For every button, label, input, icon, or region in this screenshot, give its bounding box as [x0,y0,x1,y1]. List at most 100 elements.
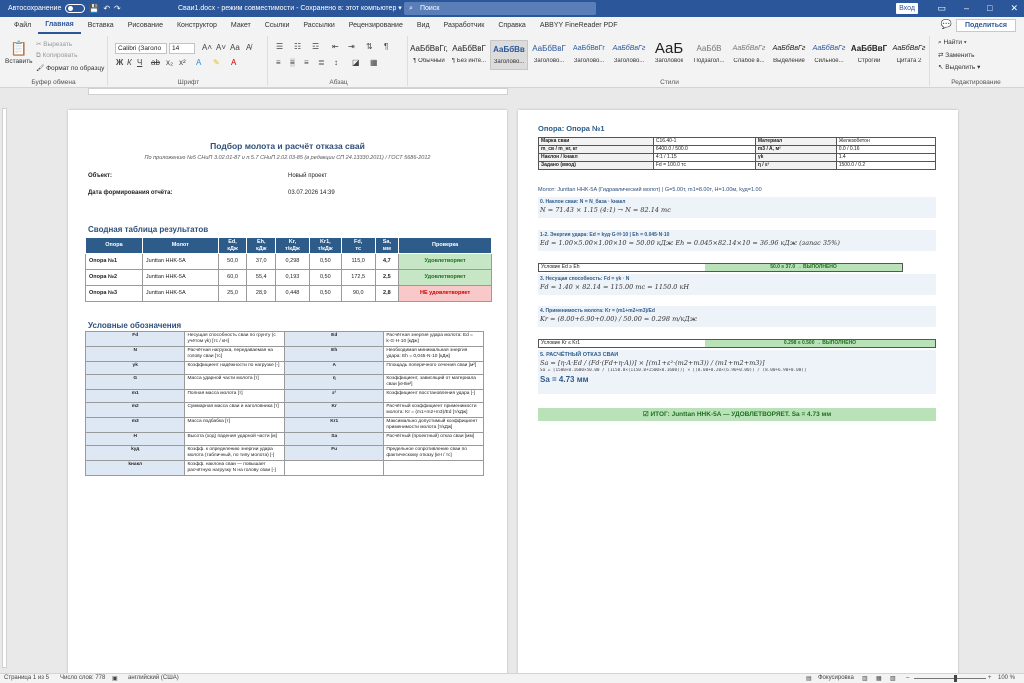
grow-font-icon[interactable]: A˄ [202,43,212,52]
search-box[interactable]: ⌕ Поиск [404,2,596,15]
shrink-font-icon[interactable]: A˅ [216,43,226,52]
sort-icon[interactable]: ⇅ [366,42,373,51]
style-no-spacing[interactable]: АаБбВвГ ¶ Без инте... [450,40,488,70]
style-subtitle[interactable]: АаБбВ Подзагол... [690,40,728,70]
strikethrough-icon[interactable]: ab [151,58,160,67]
text-effects-icon[interactable]: A [196,58,201,67]
tab-draw[interactable]: Рисование [121,17,170,34]
align-left-icon[interactable]: ≡ [276,58,281,67]
tab-insert[interactable]: Вставка [81,17,121,34]
tab-design[interactable]: Конструктор [170,17,224,34]
style-strong[interactable]: АаБбВвГ Строгий [850,40,888,70]
tab-references[interactable]: Ссылки [258,17,297,34]
style-heading-3[interactable]: АаБбВвГг Заголово... [570,40,608,70]
style-quote-2[interactable]: АаБбВвГг Цитата 2 [890,40,928,70]
font-color-icon[interactable]: A [231,58,236,67]
col-header: Проверка [398,236,492,255]
param-key: η / ε² [754,161,837,170]
align-center-icon[interactable]: ≡ [290,58,295,67]
document-title[interactable]: Сваи1.docx - режим совместимости - Сохра… [178,4,402,12]
share-button[interactable]: Поделиться [955,19,1016,32]
zoom-slider-thumb[interactable] [954,675,957,682]
paste-icon[interactable]: 📋 [10,40,27,57]
legend-desc: Максимально допустимый коэффициент приме… [383,416,484,433]
bold-icon[interactable]: Ж [116,58,123,67]
vertical-ruler[interactable] [0,96,8,673]
find-button[interactable]: ⌕ Найти ▾ [938,39,967,47]
underline-icon[interactable]: Ч [137,58,142,67]
style-heading-1[interactable]: АаБбВв Заголово... [490,40,528,70]
tab-file[interactable]: Файл [7,17,38,34]
comment-icon[interactable]: 💬 [941,19,952,30]
italic-icon[interactable]: К [127,58,132,67]
style-normal[interactable]: АаБбВвГг, ¶ Обычный [410,40,448,70]
autosave-toggle[interactable] [65,4,86,13]
style-emphasis[interactable]: АаБбВвГг Выделение [770,40,808,70]
zoom-level[interactable]: 100 % [998,675,1015,681]
page-count[interactable]: Страница 1 из 5 [4,675,49,681]
redo-icon[interactable]: ↷ [114,4,121,13]
focus-mode[interactable]: Фокусировка [818,675,854,681]
borders-icon[interactable]: ▦ [370,58,378,67]
tab-review[interactable]: Рецензирование [342,17,410,34]
tab-view[interactable]: Вид [410,17,437,34]
save-icon[interactable]: 💾 [89,4,99,13]
align-right-icon[interactable]: ≡ [304,58,309,67]
change-case-icon[interactable]: Aa [230,43,240,52]
format-painter-button[interactable]: 🖌 Формат по образцу [36,64,104,72]
tab-help[interactable]: Справка [491,17,532,34]
style-heading-4[interactable]: АаБбВвГг Заголово... [610,40,648,70]
shading-icon[interactable]: ◪ [352,58,360,67]
ribbon-display-icon[interactable]: ▭ [937,0,946,17]
page-2[interactable]: Опора: Опора №1 Марка сваи С16.40-1 Матери… [518,110,958,682]
superscript-icon[interactable]: x² [179,58,186,67]
font-size-select[interactable]: 14 [169,43,195,54]
tab-abbyy[interactable]: ABBYY FineReader PDF [533,17,625,34]
signin-button[interactable]: Вход [896,3,918,14]
justify-icon[interactable]: ≣ [318,58,325,67]
language[interactable]: английский (США) [128,675,179,681]
tab-layout[interactable]: Макет [224,17,258,34]
word-count[interactable]: Число слов: 778 [60,675,105,681]
param-key: Материал [754,137,837,146]
tab-developer[interactable]: Разработчик [437,17,492,34]
numbering-icon[interactable]: ☷ [294,42,301,51]
print-layout-icon[interactable]: ▦ [876,675,882,682]
report-subtitle: По приложению №5 СНиП 3.02.01-87 и п.5.7… [144,155,431,161]
horizontal-ruler[interactable] [0,88,1024,96]
copy-button[interactable]: ⧉ Копировать [36,52,77,60]
multilevel-list-icon[interactable]: ☲ [312,42,319,51]
increase-indent-icon[interactable]: ⇥ [348,42,355,51]
bullets-icon[interactable]: ☰ [276,42,283,51]
clear-format-icon[interactable]: A̸ [246,43,251,52]
replace-button[interactable]: ⇄ Заменить [938,51,974,59]
page-1[interactable]: Подбор молота и расчёт отказа свай По пр… [68,110,507,682]
style-intense-emphasis[interactable]: АаБбВвГг Сильное... [810,40,848,70]
style-subtle-emphasis[interactable]: АаБбВвГг Слабое в... [730,40,768,70]
maximize-icon[interactable]: □ [987,0,992,17]
zoom-slider[interactable] [914,678,986,679]
focus-icon[interactable]: ▤ [806,675,812,682]
decrease-indent-icon[interactable]: ⇤ [332,42,339,51]
paste-button[interactable]: Вставить [5,58,33,65]
zoom-out-icon[interactable]: – [906,675,909,681]
line-spacing-icon[interactable]: ↕ [334,58,338,67]
undo-icon[interactable]: ↶ [103,4,110,13]
tab-home[interactable]: Главная [38,17,81,34]
param-value: 1.4 [835,153,937,162]
highlight-icon[interactable]: ✎ [213,58,220,67]
font-name-select[interactable]: Calibri (Заголо [115,43,167,54]
tab-mailings[interactable]: Рассылки [296,17,341,34]
pilcrow-icon[interactable]: ¶ [384,42,388,51]
cut-button[interactable]: ✂ Вырезать [36,40,72,48]
subscript-icon[interactable]: x₂ [166,58,173,67]
close-icon[interactable]: ✕ [1010,0,1018,17]
select-button[interactable]: ↖ Выделить ▾ [938,63,980,71]
style-heading-2[interactable]: АаБбВвГ Заголово... [530,40,568,70]
read-mode-icon[interactable]: ▥ [862,675,868,682]
style-title[interactable]: АаБ Заголовок [650,40,688,70]
zoom-in-icon[interactable]: + [988,675,992,681]
proofing-icon[interactable]: ▣ [112,675,118,682]
minimize-icon[interactable]: – [964,0,969,17]
web-layout-icon[interactable]: ▧ [890,675,896,682]
